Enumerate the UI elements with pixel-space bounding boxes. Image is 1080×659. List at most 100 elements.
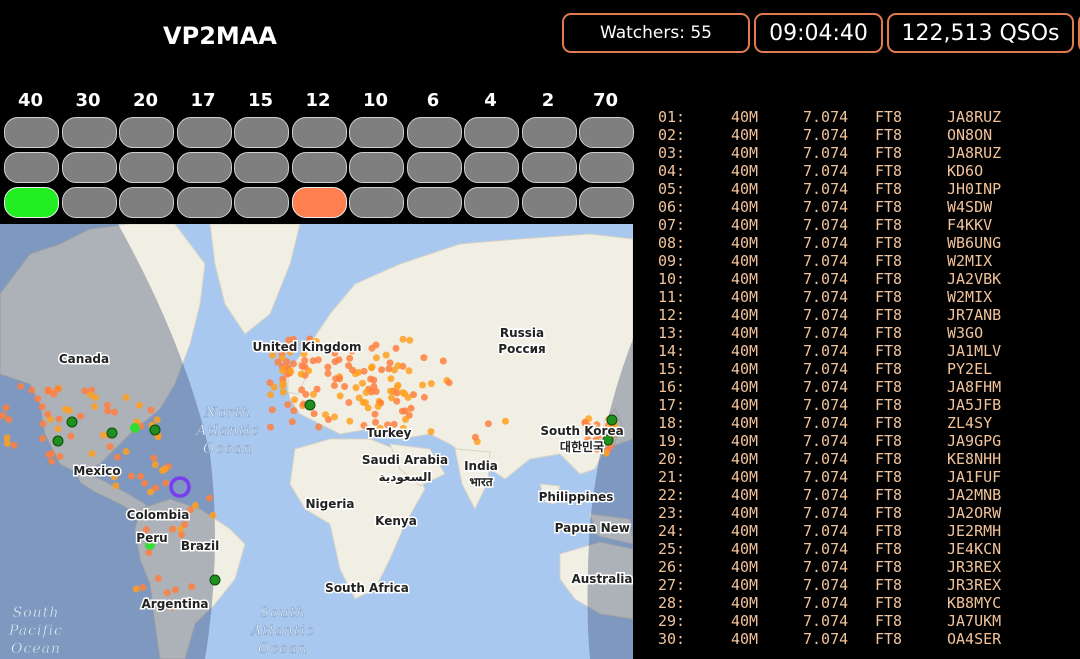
qso-index: 24: bbox=[658, 522, 686, 540]
band-cell-20-row2[interactable] bbox=[119, 152, 174, 183]
qso-frequency: 7.074 bbox=[803, 162, 849, 180]
world-map[interactable]: Canada United Kingdom Russia Россия Turkey Sa… bbox=[0, 224, 633, 659]
map-label-country: Nigeria bbox=[305, 497, 354, 511]
spot-marker bbox=[298, 386, 306, 394]
band-labels: 40 30 20 17 15 12 10 6 4 2 70 bbox=[0, 90, 640, 112]
qso-mode: FT8 bbox=[875, 594, 903, 612]
band-cell-70-row3[interactable] bbox=[579, 187, 634, 218]
spot-marker bbox=[181, 521, 189, 528]
spot-marker bbox=[147, 488, 155, 496]
qso-callsign: ON8ON bbox=[947, 126, 993, 144]
band-cell-70-row2[interactable] bbox=[579, 152, 634, 183]
band-cell-30-row2[interactable] bbox=[61, 152, 117, 183]
spot-marker bbox=[345, 399, 353, 406]
spot-marker bbox=[392, 344, 400, 352]
spot-marker bbox=[154, 575, 162, 582]
band-cell-6-row2[interactable] bbox=[406, 152, 462, 183]
band-cell-40-row2[interactable] bbox=[4, 152, 59, 183]
qso-band: 40M bbox=[731, 126, 759, 144]
spot-marker bbox=[324, 370, 332, 377]
qso-band: 40M bbox=[731, 522, 759, 540]
spot-marker bbox=[332, 375, 340, 383]
band-cell-30-row1[interactable] bbox=[61, 117, 117, 148]
qso-index: 27: bbox=[658, 576, 686, 594]
qso-row: 26: 40M 7.074 FT8 JR3REX bbox=[658, 558, 1078, 576]
band-cell-10-row2[interactable] bbox=[349, 152, 404, 183]
qso-row: 06: 40M 7.074 FT8 W4SDW bbox=[658, 198, 1078, 216]
spot-marker bbox=[372, 354, 380, 362]
band-cell-17-row3[interactable] bbox=[176, 187, 232, 218]
map-label-country: Argentina bbox=[142, 597, 209, 611]
band-cell-2-row2[interactable] bbox=[521, 152, 577, 183]
band-cell-12-row2[interactable] bbox=[291, 152, 347, 183]
band-cell-15-row3[interactable] bbox=[234, 187, 289, 218]
qso-frequency: 7.074 bbox=[803, 432, 849, 450]
spot-marker bbox=[90, 403, 98, 410]
spot-marker bbox=[153, 416, 161, 424]
qso-frequency: 7.074 bbox=[803, 486, 849, 504]
qso-frequency: 7.074 bbox=[803, 522, 849, 540]
qso-index: 15: bbox=[658, 360, 686, 378]
spot-marker bbox=[471, 433, 479, 441]
band-cell-6-row3[interactable] bbox=[406, 187, 462, 218]
map-label-country: Kenya bbox=[375, 514, 417, 528]
qso-row: 21: 40M 7.074 FT8 JA1FUF bbox=[658, 468, 1078, 486]
map-label-ocean: Pacific bbox=[8, 623, 63, 639]
qso-mode: FT8 bbox=[875, 450, 903, 468]
band-cell-17-row2[interactable] bbox=[176, 152, 232, 183]
band-cell-70-row1[interactable] bbox=[579, 117, 634, 148]
spot-marker bbox=[209, 511, 217, 519]
spot-marker bbox=[45, 451, 53, 459]
spot-marker bbox=[336, 392, 344, 400]
band-cell-15-row2[interactable] bbox=[234, 152, 289, 183]
qso-band: 40M bbox=[731, 504, 759, 522]
band-cell-30-row3[interactable] bbox=[61, 187, 117, 218]
spot-marker bbox=[161, 465, 169, 473]
qso-callsign: JA2MNB bbox=[947, 486, 1002, 504]
qso-band: 40M bbox=[731, 576, 759, 594]
band-cell-12-row1[interactable] bbox=[291, 117, 347, 148]
qso-callsign: JA7UKM bbox=[947, 612, 1002, 630]
band-cell-17-row1[interactable] bbox=[176, 117, 232, 148]
band-cell-4-row2[interactable] bbox=[464, 152, 519, 183]
spot-marker bbox=[345, 362, 353, 370]
qso-index: 12: bbox=[658, 306, 686, 324]
band-cell-20-row3[interactable] bbox=[119, 187, 174, 218]
spot-marker bbox=[362, 389, 370, 396]
band-cell-40-row1[interactable] bbox=[4, 117, 59, 148]
qso-frequency: 7.074 bbox=[803, 504, 849, 522]
spot-marker bbox=[407, 404, 415, 412]
qso-mode: FT8 bbox=[875, 342, 903, 360]
band-cell-10-row1[interactable] bbox=[349, 117, 404, 148]
spot-marker bbox=[367, 375, 375, 383]
spot-marker bbox=[388, 394, 396, 402]
qso-row: 19: 40M 7.074 FT8 JA9GPG bbox=[658, 432, 1078, 450]
band-cell-10-row3[interactable] bbox=[349, 187, 404, 218]
qso-row: 17: 40M 7.074 FT8 JA5JFB bbox=[658, 396, 1078, 414]
qso-band: 40M bbox=[731, 594, 759, 612]
map-label-country: Canada bbox=[59, 352, 109, 366]
band-cell-20-row1[interactable] bbox=[119, 117, 174, 148]
qso-callsign: PY2EL bbox=[947, 360, 993, 378]
band-cell-6-row1[interactable] bbox=[406, 117, 462, 148]
band-cell-4-row1[interactable] bbox=[464, 117, 519, 148]
band-cell-2-row1[interactable] bbox=[521, 117, 577, 148]
spot-marker bbox=[427, 428, 435, 436]
band-label-20: 20 bbox=[132, 90, 159, 111]
band-cell-2-row3[interactable] bbox=[521, 187, 577, 218]
qso-frequency: 7.074 bbox=[803, 288, 849, 306]
band-cell-4-row3[interactable] bbox=[464, 187, 519, 218]
spot-marker bbox=[386, 359, 394, 367]
qso-frequency: 7.074 bbox=[803, 126, 849, 144]
qso-callsign: JE2RMH bbox=[947, 522, 1002, 540]
band-cell-40-row3[interactable] bbox=[4, 187, 59, 218]
spot-marker bbox=[279, 388, 287, 396]
band-cell-15-row1[interactable] bbox=[234, 117, 289, 148]
spot-marker bbox=[112, 482, 120, 490]
band-label-40: 40 bbox=[17, 90, 44, 111]
band-cell-12-row3[interactable] bbox=[291, 187, 347, 218]
qso-row: 01: 40M 7.074 FT8 JA8RUZ bbox=[658, 108, 1078, 126]
spot-marker bbox=[387, 375, 395, 383]
qso-mode: FT8 bbox=[875, 504, 903, 522]
qso-row: 12: 40M 7.074 FT8 JR7ANB bbox=[658, 306, 1078, 324]
